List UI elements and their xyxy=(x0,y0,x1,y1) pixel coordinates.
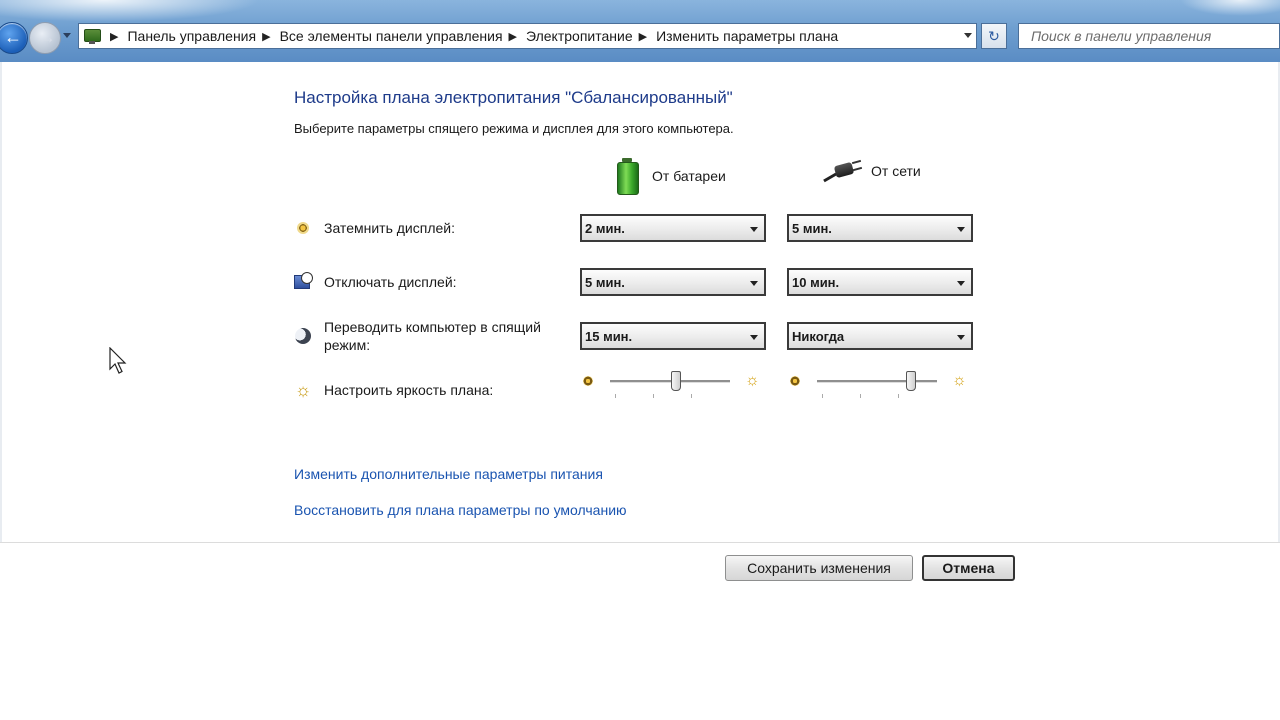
column-header-plugged-in: От сети xyxy=(823,158,921,184)
brightness-high-icon: ☼ xyxy=(745,372,760,389)
breadcrumb-power-options[interactable]: Электропитание xyxy=(526,28,633,44)
recent-pages-dropdown[interactable] xyxy=(63,33,71,38)
back-arrow-icon: ← xyxy=(4,27,22,47)
battery-column-label: От батареи xyxy=(652,168,726,184)
sleep-moon-icon xyxy=(294,327,312,345)
slider-ticks xyxy=(615,394,729,398)
forward-button[interactable]: → xyxy=(29,22,61,54)
chevron-down-icon xyxy=(957,335,965,340)
brightness-low-icon xyxy=(583,376,593,386)
chevron-down-icon xyxy=(750,227,758,232)
glass-highlight-right xyxy=(1180,0,1280,16)
cancel-button[interactable]: Отмена xyxy=(922,555,1015,581)
chevron-down-icon xyxy=(750,335,758,340)
battery-icon xyxy=(616,158,639,195)
display-off-icon xyxy=(294,272,313,290)
column-header-battery: От батареи xyxy=(616,158,726,195)
sleep-label-line1: Переводить компьютер в спящий xyxy=(324,319,541,335)
slider-thumb[interactable] xyxy=(905,371,916,391)
advanced-power-settings-link[interactable]: Изменить дополнительные параметры питани… xyxy=(294,466,603,482)
address-dropdown-icon[interactable] xyxy=(964,33,972,38)
sleep-plugged-in-value: Никогда xyxy=(792,329,845,344)
search-box[interactable] xyxy=(1018,23,1280,49)
breadcrumb-separator[interactable]: ▶ xyxy=(110,30,118,43)
chevron-down-icon xyxy=(957,281,965,286)
slider-thumb[interactable] xyxy=(671,371,681,391)
glass-highlight xyxy=(0,0,260,22)
dim-display-battery-value: 2 мин. xyxy=(585,221,625,236)
brightness-label: Настроить яркость плана: xyxy=(324,382,494,398)
turn-off-display-plugged-in-value: 10 мин. xyxy=(792,275,840,290)
brightness-sun-icon: ☼ xyxy=(294,380,312,400)
slider-track[interactable] xyxy=(817,380,937,383)
brightness-battery-slider[interactable]: ☼ xyxy=(580,370,766,400)
breadcrumb-edit-plan[interactable]: Изменить параметры плана xyxy=(656,28,838,44)
breadcrumb-all-items[interactable]: Все элементы панели управления xyxy=(280,28,503,44)
dim-display-icon xyxy=(294,219,312,237)
refresh-icon: ↻ xyxy=(988,28,1000,44)
footer-divider xyxy=(0,542,1280,543)
plugged-in-column-label: От сети xyxy=(871,163,921,179)
chevron-down-icon xyxy=(957,227,965,232)
turn-off-display-battery-select[interactable]: 5 мин. xyxy=(580,268,766,296)
sleep-battery-value: 15 мин. xyxy=(585,329,633,344)
turn-off-display-plugged-in-select[interactable]: 10 мин. xyxy=(787,268,973,296)
back-button[interactable]: ← xyxy=(0,22,28,54)
page-title: Настройка плана электропитания "Сбаланси… xyxy=(294,88,733,107)
breadcrumb-separator[interactable]: ▶ xyxy=(639,30,647,43)
forward-arrow-icon: → xyxy=(38,27,56,47)
turn-off-display-battery-value: 5 мин. xyxy=(585,275,625,290)
restore-defaults-link[interactable]: Восстановить для плана параметры по умол… xyxy=(294,502,627,518)
turn-off-display-label: Отключать дисплей: xyxy=(324,274,457,290)
page-subtitle: Выберите параметры спящего режима и дисп… xyxy=(294,121,734,136)
breadcrumb-control-panel[interactable]: Панель управления xyxy=(127,28,256,44)
sleep-label: Переводить компьютер в спящий режим: xyxy=(324,318,541,354)
slider-track[interactable] xyxy=(610,380,730,383)
brightness-plugged-in-slider[interactable]: ☼ xyxy=(787,370,973,400)
control-panel-icon xyxy=(82,26,104,46)
brightness-high-icon: ☼ xyxy=(952,372,967,389)
chevron-down-icon xyxy=(750,281,758,286)
dim-display-label: Затемнить дисплей: xyxy=(324,220,455,236)
search-input[interactable] xyxy=(1029,24,1273,48)
sleep-label-line2: режим: xyxy=(324,337,371,353)
address-bar[interactable]: ▶ Панель управления ▶ Все элементы панел… xyxy=(78,23,977,49)
slider-ticks xyxy=(822,394,936,398)
save-changes-button[interactable]: Сохранить изменения xyxy=(725,555,913,581)
dim-display-plugged-in-value: 5 мин. xyxy=(792,221,832,236)
breadcrumb-separator[interactable]: ▶ xyxy=(509,30,517,43)
dim-display-battery-select[interactable]: 2 мин. xyxy=(580,214,766,242)
breadcrumb-separator[interactable]: ▶ xyxy=(262,30,270,43)
sleep-battery-select[interactable]: 15 мин. xyxy=(580,322,766,350)
power-plug-icon xyxy=(823,158,863,184)
sleep-plugged-in-select[interactable]: Никогда xyxy=(787,322,973,350)
address-toolbar: ← → ▶ Панель управления ▶ Все элементы п… xyxy=(0,0,1280,62)
refresh-button[interactable]: ↻ xyxy=(981,23,1007,49)
brightness-low-icon xyxy=(790,376,800,386)
dim-display-plugged-in-select[interactable]: 5 мин. xyxy=(787,214,973,242)
window-left-edge xyxy=(0,62,2,542)
